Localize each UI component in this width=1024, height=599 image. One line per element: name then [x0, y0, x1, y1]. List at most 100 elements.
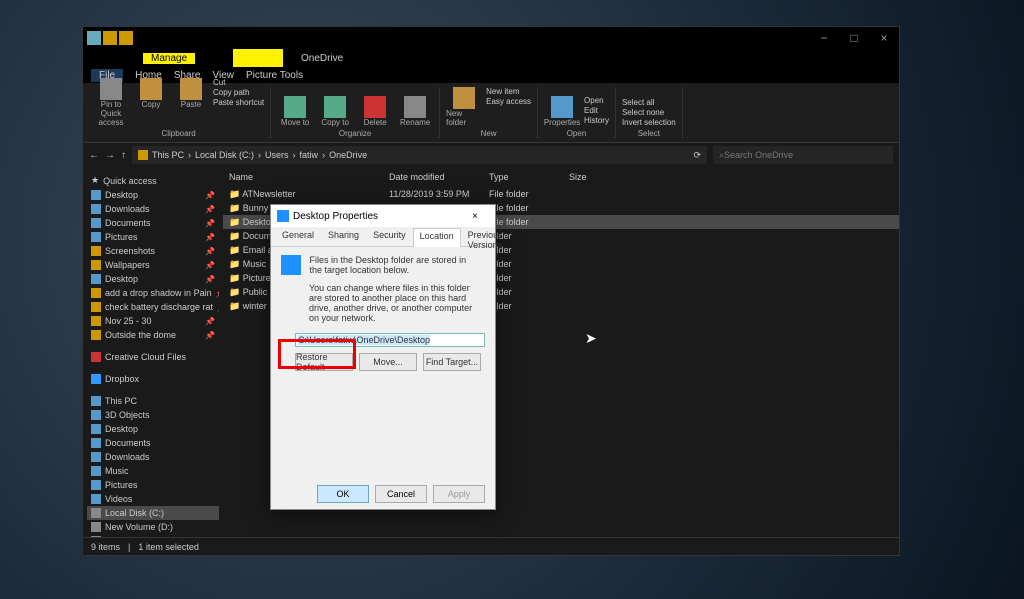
breadcrumb-bar: ← → ↑ This PC› Local Disk (C:)› Users› f…: [83, 143, 899, 167]
ok-button[interactable]: OK: [317, 485, 369, 503]
copy-button[interactable]: Copy: [133, 78, 169, 127]
folder-icon: [138, 150, 148, 160]
group-new: New: [481, 129, 497, 138]
move-button[interactable]: Move...: [359, 353, 417, 371]
sidebar-item[interactable]: Downloads: [87, 450, 219, 464]
forward-button[interactable]: →: [105, 150, 115, 161]
sidebar-item[interactable]: Desktop: [87, 422, 219, 436]
search-placeholder: Search OneDrive: [724, 150, 793, 160]
dialog-title: Desktop Properties: [293, 211, 378, 222]
dialog-tab[interactable]: General: [275, 227, 321, 246]
folder-icon: [281, 255, 301, 275]
bc-fatiw[interactable]: fatiw: [300, 150, 319, 160]
sidebar-local-disk[interactable]: Local Disk (C:): [87, 506, 219, 520]
select-all-button[interactable]: Select all: [622, 98, 676, 107]
history-button[interactable]: History: [584, 116, 609, 125]
sidebar-creative-cloud[interactable]: Creative Cloud Files: [87, 350, 219, 364]
dialog-desc: Files in the Desktop folder are stored i…: [310, 255, 470, 275]
search-input[interactable]: ⌕ Search OneDrive: [713, 146, 893, 164]
up-button[interactable]: ↑: [121, 150, 126, 161]
sidebar-quick-access[interactable]: ★Quick access: [87, 173, 219, 188]
dialog-para: You can change where files in this folde…: [309, 283, 479, 323]
cancel-button[interactable]: Cancel: [375, 485, 427, 503]
properties-button[interactable]: Properties: [544, 96, 580, 127]
maximize-button[interactable]: □: [839, 27, 869, 49]
restore-default-button[interactable]: Restore Default: [295, 353, 353, 371]
sidebar-item[interactable]: Music: [87, 464, 219, 478]
close-button[interactable]: ×: [869, 27, 899, 49]
pin-button[interactable]: Pin to Quick access: [93, 78, 129, 127]
delete-button[interactable]: Delete: [357, 96, 393, 127]
sidebar-item[interactable]: Desktop📌: [87, 272, 219, 286]
sidebar-item[interactable]: Videos: [87, 492, 219, 506]
sidebar-item[interactable]: Nov 25 - 30📌: [87, 314, 219, 328]
sidebar-item[interactable]: Pictures: [87, 478, 219, 492]
sidebar-item[interactable]: Desktop📌: [87, 188, 219, 202]
bc-this-pc[interactable]: This PC: [152, 150, 184, 160]
group-open: Open: [567, 129, 587, 138]
find-target-button[interactable]: Find Target...: [423, 353, 481, 371]
address-bar[interactable]: This PC› Local Disk (C:)› Users› fatiw› …: [132, 146, 707, 164]
invert-selection-button[interactable]: Invert selection: [622, 118, 676, 127]
edit-button[interactable]: Edit: [584, 106, 609, 115]
dialog-close-button[interactable]: ×: [461, 206, 489, 226]
sidebar-item[interactable]: Documents📌: [87, 216, 219, 230]
sidebar: ★Quick access Desktop📌Downloads📌Document…: [83, 167, 223, 537]
sidebar-this-pc[interactable]: This PC: [87, 394, 219, 408]
select-none-button[interactable]: Select none: [622, 108, 676, 117]
sidebar-item[interactable]: Screenshots📌: [87, 244, 219, 258]
dialog-tab[interactable]: Location: [413, 228, 461, 247]
path-input[interactable]: C:\Users\fatiw\OneDrive\Desktop: [295, 333, 485, 347]
new-folder-button[interactable]: New folder: [446, 87, 482, 127]
folder-icon: [277, 210, 289, 222]
col-date[interactable]: Date modified: [383, 172, 483, 182]
tab-manage[interactable]: Manage: [143, 53, 195, 64]
sidebar-new-volume[interactable]: New Volume (D:): [87, 520, 219, 534]
sidebar-item[interactable]: Pictures📌: [87, 230, 219, 244]
col-name[interactable]: Name: [223, 172, 383, 182]
sidebar-item[interactable]: Documents: [87, 436, 219, 450]
apply-button[interactable]: Apply: [433, 485, 485, 503]
paste-shortcut-button[interactable]: Paste shortcut: [213, 98, 264, 107]
sidebar-item[interactable]: Outside the dome📌: [87, 328, 219, 342]
easy-access-button[interactable]: Easy access: [486, 97, 531, 106]
cut-button[interactable]: Cut: [213, 78, 264, 87]
bc-local-disk[interactable]: Local Disk (C:): [195, 150, 254, 160]
folder-icon: [119, 31, 133, 45]
properties-dialog: Desktop Properties × GeneralSharingSecur…: [270, 204, 496, 510]
refresh-icon[interactable]: ⟳: [693, 150, 701, 161]
dialog-tab[interactable]: Sharing: [321, 227, 366, 246]
col-type[interactable]: Type: [483, 172, 563, 182]
status-bar: 9 items | 1 item selected: [83, 537, 899, 555]
new-item-button[interactable]: New item: [486, 87, 531, 96]
open-dd-button[interactable]: Open: [584, 96, 609, 105]
move-to-button[interactable]: Move to: [277, 96, 313, 127]
tab-onedrive[interactable]: OneDrive: [293, 53, 351, 64]
bc-users[interactable]: Users: [265, 150, 289, 160]
copy-to-button[interactable]: Copy to: [317, 96, 353, 127]
sidebar-item[interactable]: add a drop shadow in Pain📌: [87, 286, 219, 300]
titlebar: − □ ×: [83, 27, 899, 49]
col-size[interactable]: Size: [563, 172, 623, 182]
sidebar-item[interactable]: Downloads📌: [87, 202, 219, 216]
rename-button[interactable]: Rename: [397, 96, 433, 127]
quick-access-toolbar: [83, 31, 137, 45]
group-select: Select: [638, 129, 660, 138]
minimize-button[interactable]: −: [809, 27, 839, 49]
sidebar-item[interactable]: 3D Objects: [87, 408, 219, 422]
sidebar-dropbox[interactable]: Dropbox: [87, 372, 219, 386]
nav-arrows: ← → ↑: [89, 150, 126, 161]
sidebar-item[interactable]: check battery discharge rat📌: [87, 300, 219, 314]
back-button[interactable]: ←: [89, 150, 99, 161]
cursor-icon: ➤: [585, 330, 597, 347]
folder-icon: [87, 31, 101, 45]
sidebar-item[interactable]: Wallpapers📌: [87, 258, 219, 272]
copy-path-button[interactable]: Copy path: [213, 88, 264, 97]
dialog-tab[interactable]: Security: [366, 227, 413, 246]
paste-button[interactable]: Paste: [173, 78, 209, 127]
table-row[interactable]: 📁 ATNewsletter11/28/2019 3:59 PMFile fol…: [223, 187, 899, 201]
bc-onedrive[interactable]: OneDrive: [329, 150, 367, 160]
dialog-tab[interactable]: Previous Versions: [461, 227, 510, 246]
status-selected: 1 item selected: [138, 542, 199, 552]
group-clipboard: Clipboard: [161, 129, 195, 138]
